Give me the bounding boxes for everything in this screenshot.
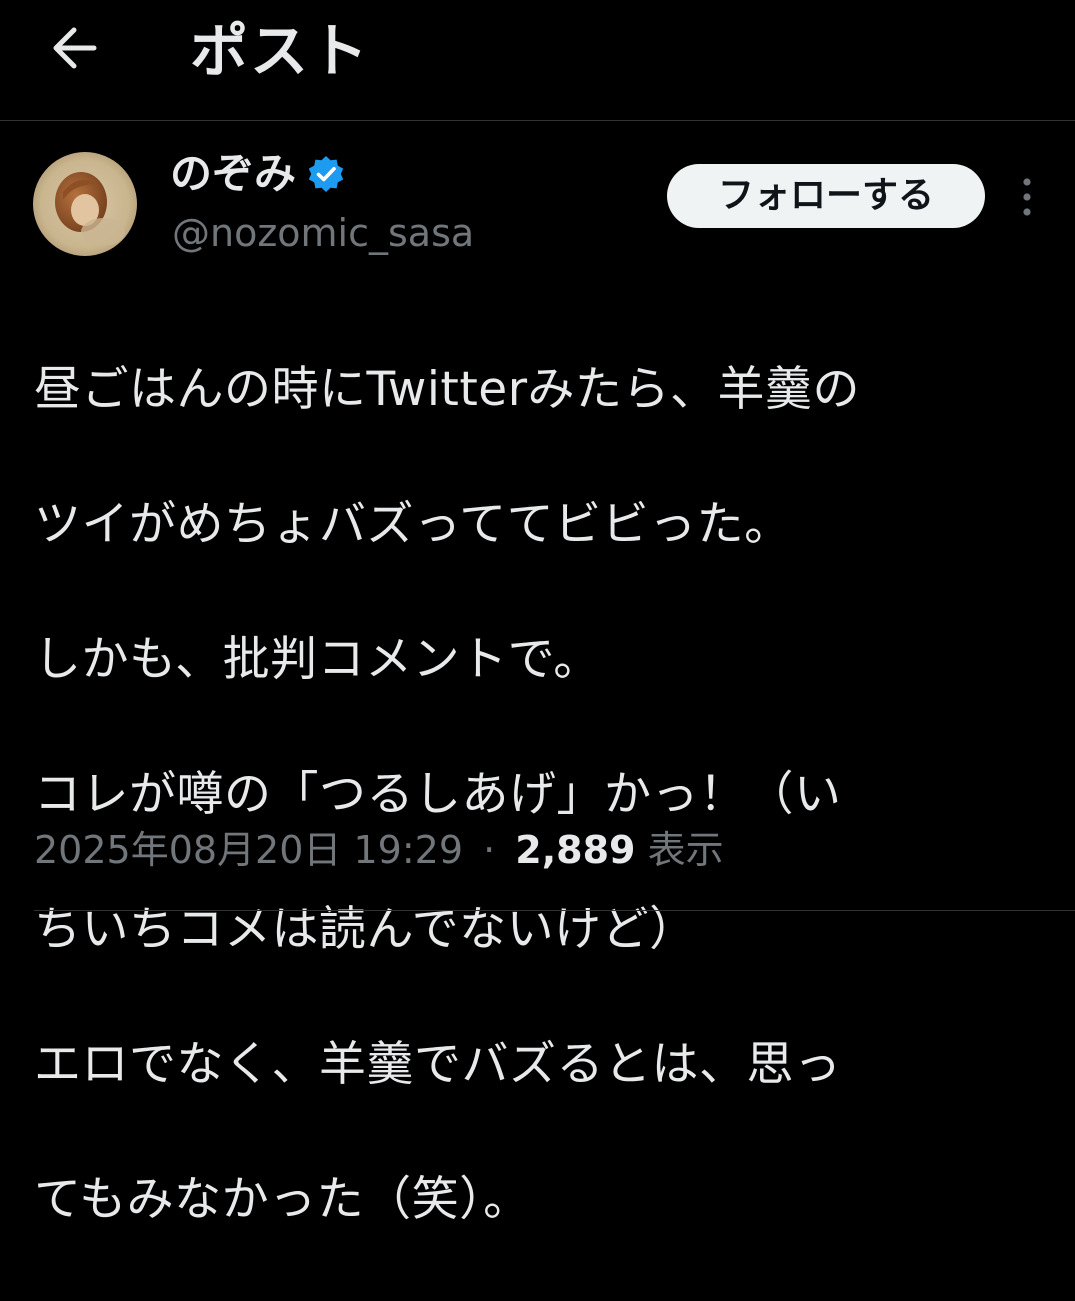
post-line: 昼ごはんの時にTwitterみたら、羊羹の xyxy=(34,361,861,417)
post-meta: 2025年08月20日 19:29 · 2,889 表示 xyxy=(34,822,724,878)
back-button[interactable] xyxy=(40,18,110,78)
post-line: エロでなく、羊羹でバズるとは、思っ xyxy=(34,1036,842,1092)
page-title: ポスト xyxy=(190,17,371,85)
header-divider xyxy=(0,120,1075,121)
post-line: コレが噂の「つるしあげ」かっ！（い xyxy=(34,766,842,822)
top-bar: ポスト xyxy=(0,0,1075,120)
avatar[interactable] xyxy=(33,152,137,256)
post-line: しかも、批判コメントで。 xyxy=(34,631,601,687)
post-timestamp[interactable]: 2025年08月20日 19:29 xyxy=(34,828,463,872)
avatar-image xyxy=(33,152,137,256)
author-handle[interactable]: @nozomic_sasa xyxy=(172,208,474,258)
more-vertical-icon xyxy=(1023,178,1031,216)
post-line: ツイがめちょバズっててビビった。 xyxy=(34,496,792,552)
post-divider xyxy=(34,910,1075,911)
more-options-button[interactable] xyxy=(1010,172,1044,222)
display-name[interactable]: のぞみ xyxy=(170,146,296,202)
post-text: 昼ごはんの時にTwitterみたら、羊羹の ツイがめちょバズっててビビった。 し… xyxy=(34,288,1044,1301)
post-line: てもみなかった（笑）。 xyxy=(34,1171,531,1227)
meta-separator: · xyxy=(483,828,496,872)
follow-button[interactable]: フォローする xyxy=(667,164,985,228)
author-name-row: のぞみ xyxy=(170,146,346,202)
post-line: ちいちコメは読んでないけど） xyxy=(34,901,697,957)
verified-badge-icon xyxy=(308,156,344,192)
arrow-left-icon xyxy=(53,27,97,69)
view-count: 2,889 xyxy=(515,828,636,872)
view-label: 表示 xyxy=(647,828,724,872)
